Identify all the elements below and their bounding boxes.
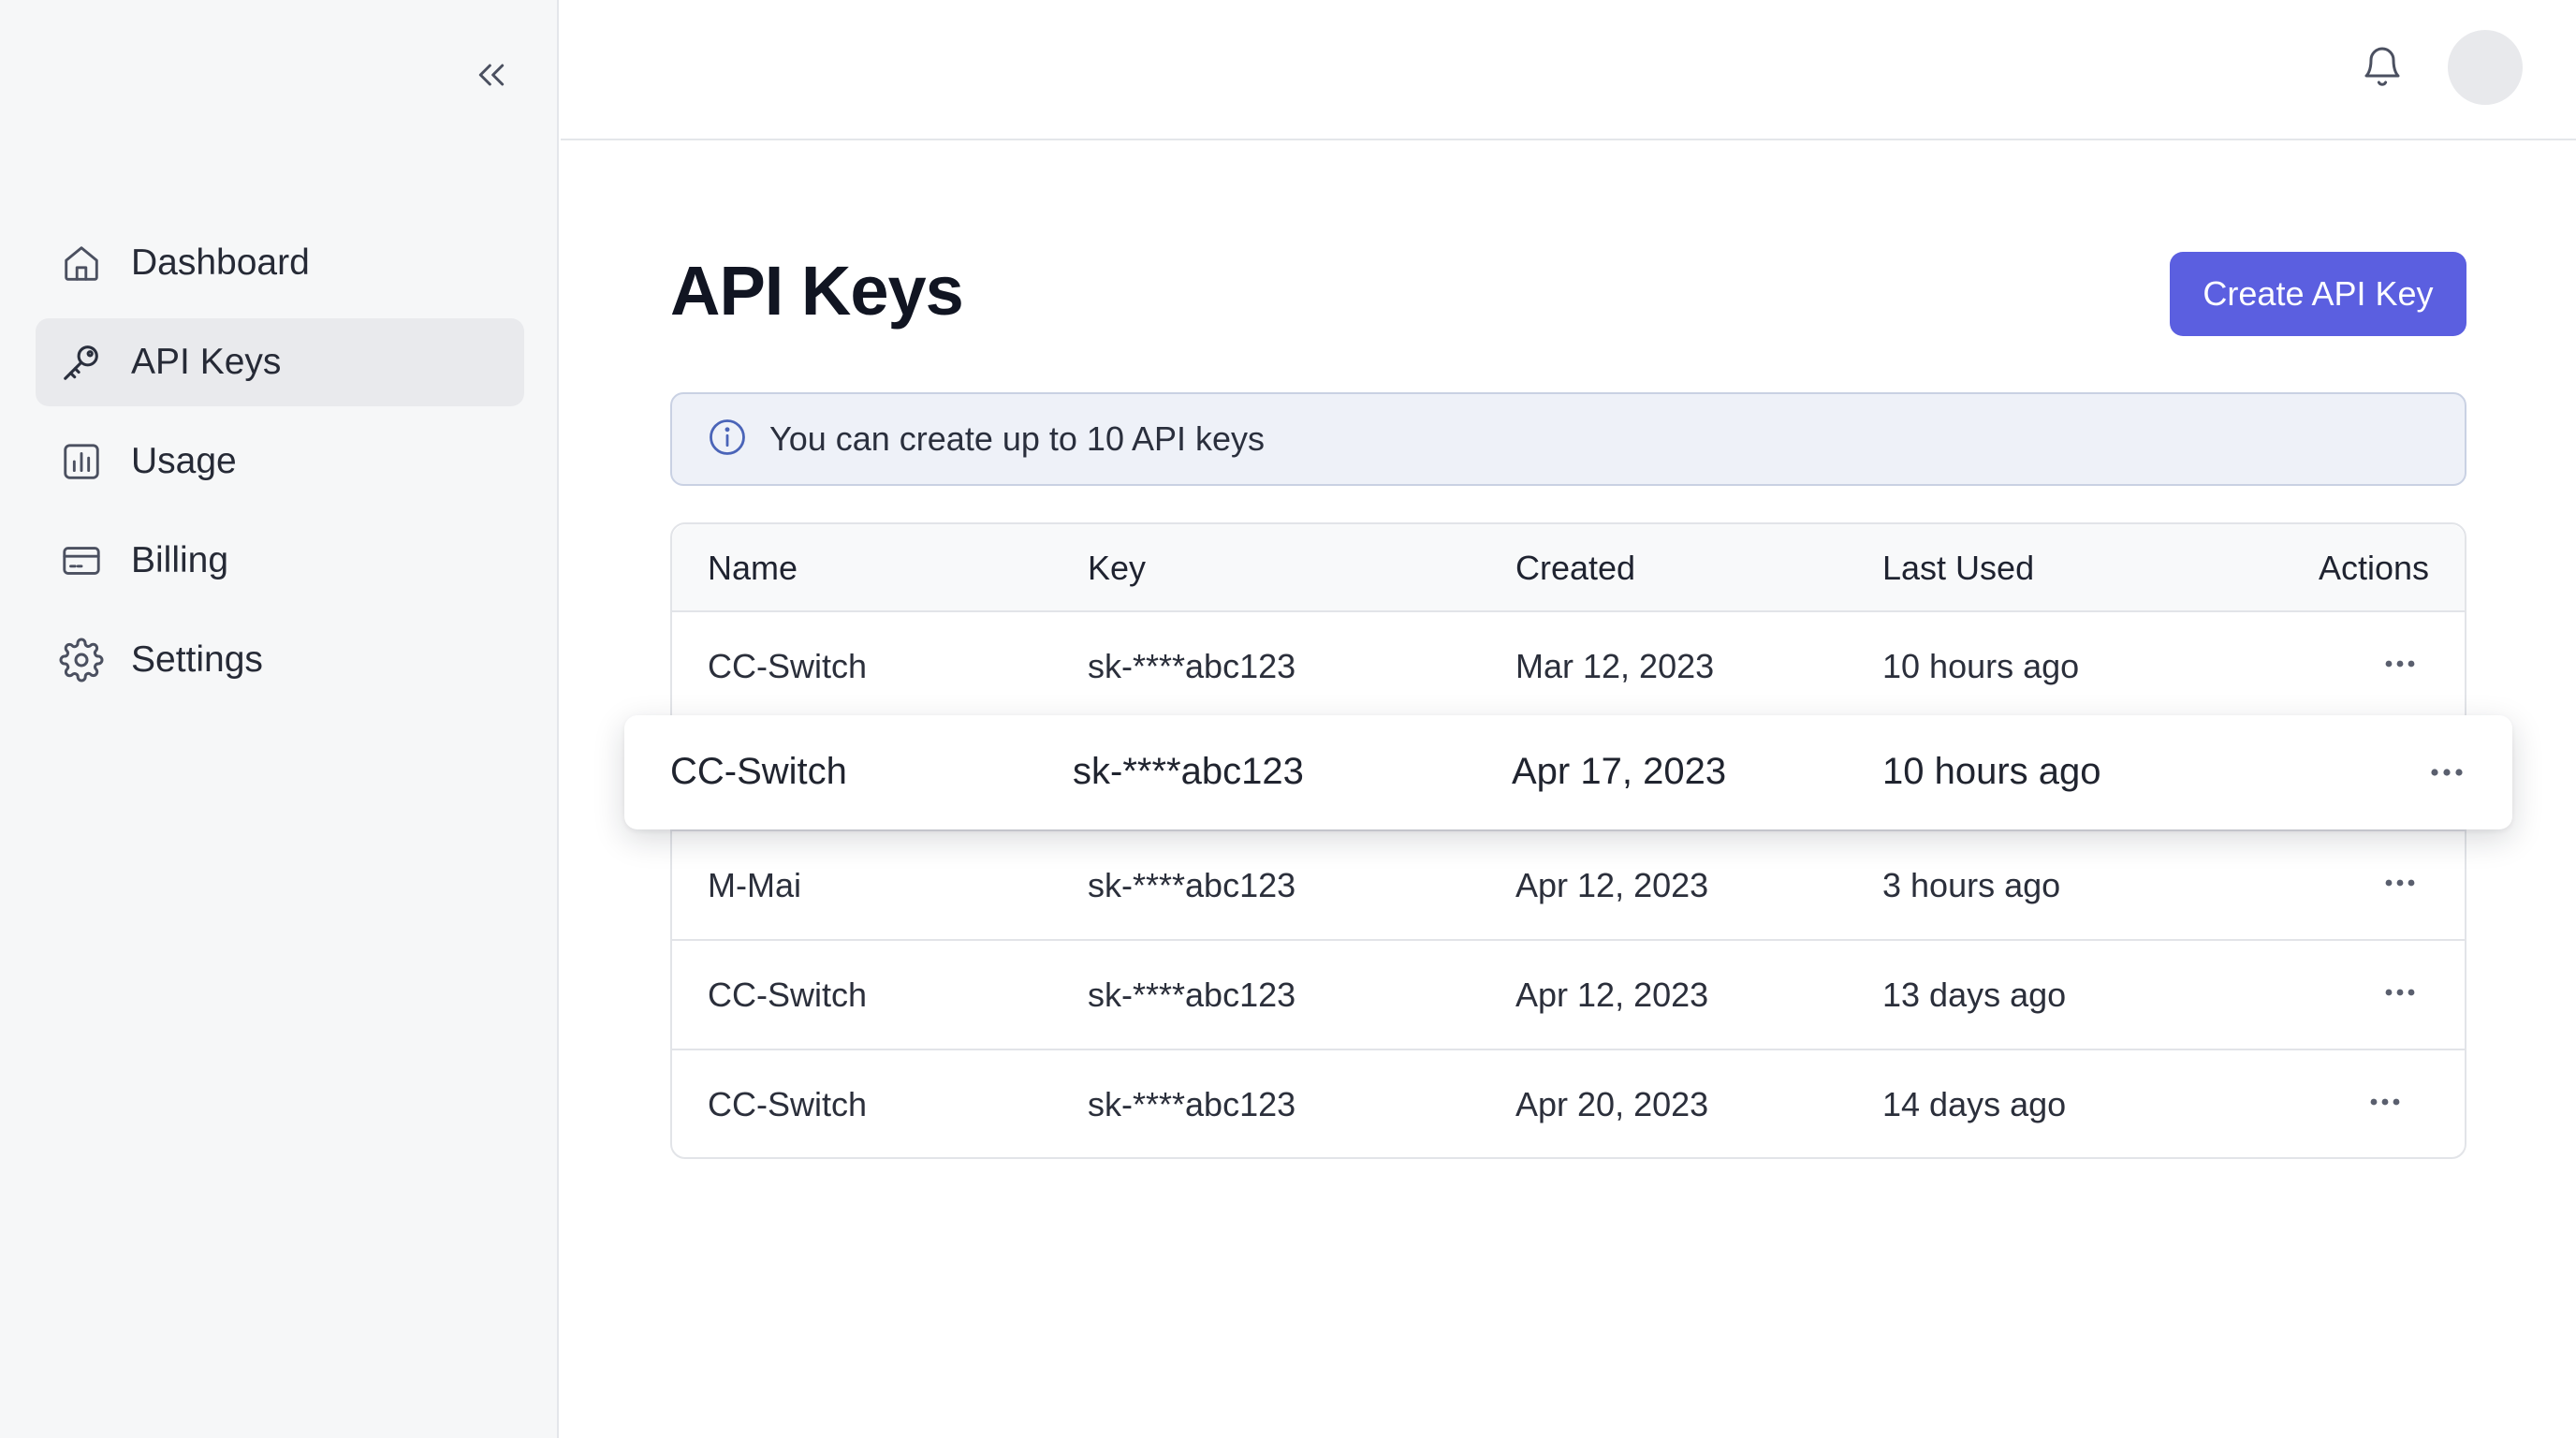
created-date: Mar 12, 2023 xyxy=(1515,647,1715,685)
sidebar-item-label: Dashboard xyxy=(131,242,310,283)
row-actions-button[interactable] xyxy=(2357,1078,2413,1125)
row-actions-button[interactable] xyxy=(2372,969,2428,1016)
collapse-sidebar-button[interactable] xyxy=(468,56,515,97)
column-header-created: Created xyxy=(1515,549,1636,587)
created-date: Apr 12, 2023 xyxy=(1515,866,1709,904)
key-value: sk-****abc123 xyxy=(1088,647,1296,685)
more-horizontal-icon xyxy=(2385,660,2415,668)
last-used: 13 days ago xyxy=(1882,976,2067,1014)
sidebar-item-label: API Keys xyxy=(131,342,282,382)
key-name: CC-Switch xyxy=(708,1085,868,1123)
sidebar-item-dashboard[interactable]: Dashboard xyxy=(36,219,524,307)
sidebar-item-billing[interactable]: Billing xyxy=(36,517,524,605)
last-used: 14 days ago xyxy=(1882,1085,2067,1123)
more-horizontal-icon xyxy=(2370,1098,2400,1106)
gear-icon xyxy=(58,637,105,683)
top-bar xyxy=(561,0,2576,140)
home-icon xyxy=(58,240,105,286)
page-title: API Keys xyxy=(670,252,964,330)
table-header: Name Key Created Last Used Actions xyxy=(672,524,2465,612)
column-header-last-used: Last Used xyxy=(1882,549,2035,587)
key-name: CC-Switch xyxy=(708,647,868,685)
created-date: Apr 12, 2023 xyxy=(1515,976,1709,1014)
sidebar-item-label: Usage xyxy=(131,441,237,481)
table-row[interactable]: CC-Switch sk-****abc123 Apr 20, 2023 14 … xyxy=(672,1050,2465,1160)
key-value: sk-****abc123 xyxy=(1073,751,1304,792)
last-used: 3 hours ago xyxy=(1882,866,2061,904)
created-date: Apr 17, 2023 xyxy=(1512,751,1727,792)
more-horizontal-icon xyxy=(2431,769,2463,776)
more-horizontal-icon xyxy=(2385,879,2415,887)
api-keys-table: Name Key Created Last Used Actions CC-Sw… xyxy=(670,522,2466,1159)
created-date: Apr 20, 2023 xyxy=(1515,1085,1709,1123)
info-icon xyxy=(708,418,747,462)
table-row[interactable]: CC-Switch sk-****abc123 Mar 12, 2023 10 … xyxy=(672,612,2465,722)
sidebar-item-label: Billing xyxy=(131,540,229,580)
notifications-button[interactable] xyxy=(2355,41,2409,95)
dragged-table-row[interactable]: CC-Switch sk-****abc123 Apr 17, 2023 10 … xyxy=(624,715,2512,829)
table-row[interactable]: M-Mai sk-****abc123 Apr 12, 2023 3 hours… xyxy=(672,831,2465,941)
key-name: CC-Switch xyxy=(670,751,847,792)
bell-icon xyxy=(2360,44,2405,94)
key-value: sk-****abc123 xyxy=(1088,976,1296,1014)
bar-chart-icon xyxy=(58,438,105,485)
column-header-key: Key xyxy=(1088,549,1147,587)
row-actions-button[interactable] xyxy=(2372,859,2428,906)
key-value: sk-****abc123 xyxy=(1088,1085,1296,1123)
row-actions-button[interactable] xyxy=(2419,749,2475,796)
more-horizontal-icon xyxy=(2385,989,2415,996)
sidebar: Dashboard API Keys Usage Billing Setting… xyxy=(0,0,559,1438)
sidebar-item-api-keys[interactable]: API Keys xyxy=(36,318,524,406)
key-value: sk-****abc123 xyxy=(1088,866,1296,904)
create-api-key-button[interactable]: Create API Key xyxy=(2170,252,2466,336)
last-used: 10 hours ago xyxy=(1882,647,2080,685)
sidebar-item-usage[interactable]: Usage xyxy=(36,418,524,506)
sidebar-nav: Dashboard API Keys Usage Billing Setting… xyxy=(36,219,524,715)
app-root: Dashboard API Keys Usage Billing Setting… xyxy=(0,0,2576,1438)
last-used: 10 hours ago xyxy=(1882,751,2101,792)
sidebar-item-label: Settings xyxy=(131,639,263,680)
avatar[interactable] xyxy=(2448,30,2523,105)
info-banner: You can create up to 10 API keys xyxy=(670,392,2466,486)
key-icon xyxy=(58,339,105,386)
key-name: M-Mai xyxy=(708,866,801,904)
chevrons-left-icon xyxy=(473,56,510,98)
credit-card-icon xyxy=(58,537,105,584)
key-name: CC-Switch xyxy=(708,976,868,1014)
row-actions-button[interactable] xyxy=(2372,640,2428,687)
info-text: You can create up to 10 API keys xyxy=(769,419,1266,458)
table-row[interactable]: CC-Switch sk-****abc123 Apr 12, 2023 13 … xyxy=(672,941,2465,1050)
sidebar-item-settings[interactable]: Settings xyxy=(36,616,524,704)
column-header-name: Name xyxy=(708,549,798,587)
column-header-actions: Actions xyxy=(2318,549,2429,587)
